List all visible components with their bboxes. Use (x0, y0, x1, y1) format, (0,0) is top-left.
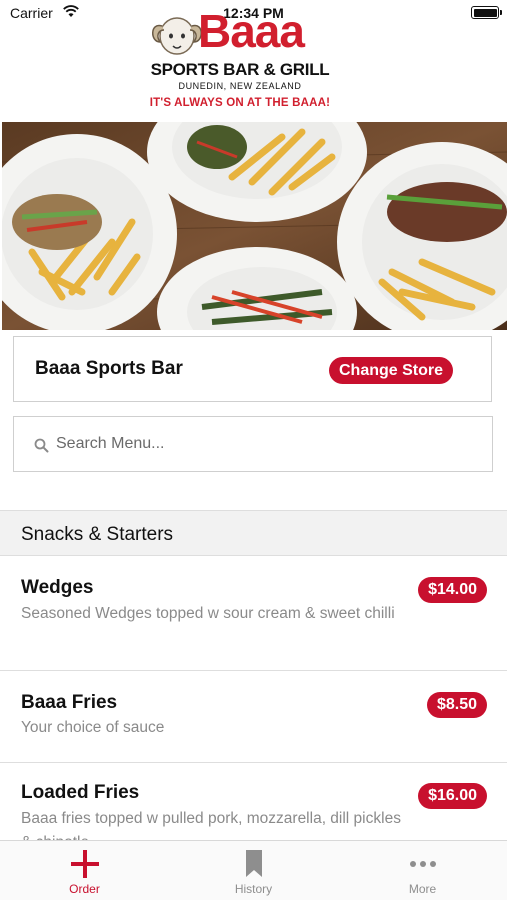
menu-item-price: $14.00 (418, 577, 487, 603)
menu-item-baaa-fries[interactable]: Baaa Fries Your choice of sauce $8.50 (0, 671, 507, 763)
menu-item-name: Loaded Fries (21, 782, 140, 803)
logo-brand-text: Baaa (198, 5, 305, 57)
tab-label: Order (69, 882, 100, 896)
tab-label: History (234, 882, 273, 896)
tab-history[interactable]: History (169, 841, 338, 901)
tab-more[interactable]: More (338, 841, 507, 901)
menu-item-description: Your choice of sauce (21, 719, 165, 736)
section-title: Snacks & Starters (21, 524, 174, 545)
logo-location: DUNEDIN, NEW ZEALAND (178, 81, 302, 91)
brand-logo: Baaa SPORTS BAR & GRILL DUNEDIN, NEW ZEA… (148, 8, 332, 116)
store-card: Baaa Sports Bar Change Store (13, 336, 492, 402)
store-name: Baaa Sports Bar (35, 358, 183, 379)
menu-item-name: Baaa Fries (21, 692, 118, 713)
menu-item-description: Baaa fries topped w pulled pork, mozzare… (21, 810, 401, 843)
tab-bar: Order History More (0, 840, 507, 900)
menu-item-name: Wedges (21, 577, 94, 598)
logo-tagline: IT'S ALWAYS ON AT THE BAAA! (149, 97, 331, 109)
hero-food-image (2, 122, 507, 330)
battery-icon (471, 6, 502, 19)
menu-item-price: $16.00 (418, 783, 487, 809)
tab-label: More (408, 882, 437, 896)
search-menu-input[interactable]: Search Menu... (13, 416, 493, 472)
section-header: Snacks & Starters (0, 510, 507, 556)
more-icon (409, 861, 436, 867)
menu-item-price: $8.50 (426, 692, 487, 718)
plus-icon (70, 850, 99, 878)
bookmark-icon (245, 850, 262, 877)
search-icon (34, 438, 49, 453)
change-store-button[interactable]: Change Store (328, 357, 453, 384)
menu-item-description: Seasoned Wedges topped w sour cream & sw… (21, 605, 395, 622)
tab-order[interactable]: Order (0, 841, 169, 901)
search-placeholder: Search Menu... (56, 435, 165, 452)
menu-item-wedges[interactable]: Wedges Seasoned Wedges topped w sour cre… (0, 556, 507, 671)
logo-subtitle: SPORTS BAR & GRILL (150, 60, 330, 79)
menu-item-loaded-fries[interactable]: Loaded Fries Baaa fries topped w pulled … (0, 763, 507, 843)
